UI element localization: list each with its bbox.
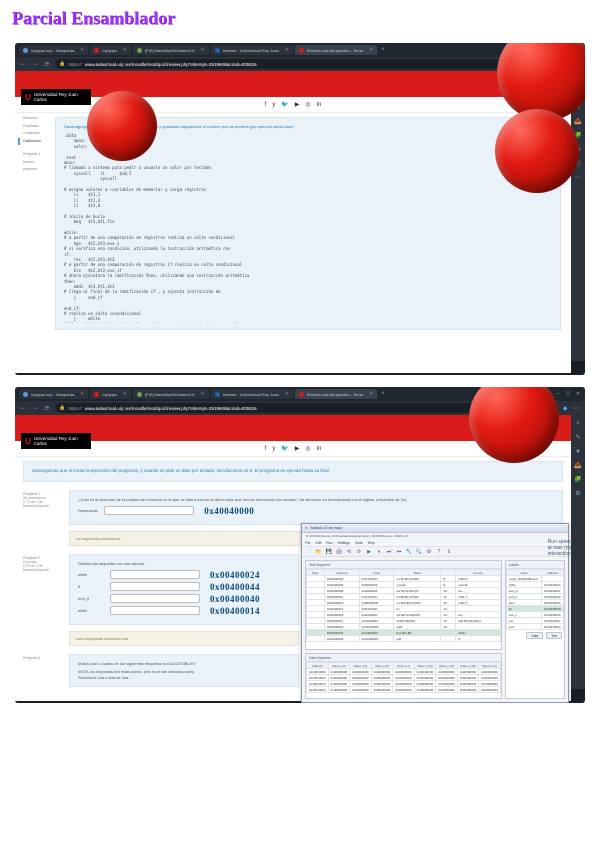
menu-file[interactable]: File — [305, 541, 310, 545]
screenshot-2: myapps urjc - Búsqueda✕ myApps✕ [FIS] Ma… — [15, 387, 585, 703]
text-segment-table[interactable]: BkptAddressCodeBasicSource0x004000000x3c… — [306, 569, 501, 642]
text-segment-panel[interactable]: Text Segment BkptAddressCodeBasicSource0… — [305, 560, 502, 650]
urjc-logo[interactable]: UUniversidad Rey Juan Carlos — [21, 89, 91, 105]
instagram-icon[interactable]: ◎ — [305, 101, 310, 108]
close-icon[interactable]: ✕ — [80, 47, 84, 53]
y-icon[interactable]: y — [272, 102, 275, 108]
text-button[interactable]: Text — [546, 632, 562, 639]
labels-table[interactable]: LabelAddressmips1_90497099.asmwhile0x004… — [506, 569, 564, 630]
tab-5[interactable]: Examen parcial práctico - Tema✕ — [295, 45, 377, 55]
labels-panel[interactable]: Labels LabelAddressmips1_90497099.asmwhi… — [505, 560, 565, 699]
sidebar-dl-icon[interactable]: 📥 — [574, 117, 582, 125]
find-icon[interactable]: 🔍 — [415, 548, 423, 556]
help-icon[interactable]: ? — [435, 548, 443, 556]
reload-button[interactable]: ⟳ — [43, 404, 51, 412]
new-tab-button[interactable]: + — [379, 390, 387, 398]
data-segment-panel[interactable]: Data Segment AddressValue (+0)Value (+4)… — [305, 653, 502, 699]
site-header: UUniversidad Rey Juan Carlos 🔒 — [15, 71, 571, 97]
q2-input-3[interactable] — [110, 594, 200, 603]
edge-sidebar: ⌕ ✎ ★ 📥 🧩 ⚙ — [571, 415, 585, 689]
gear-icon[interactable]: ⚙ — [425, 548, 433, 556]
facebook-icon[interactable]: f — [265, 102, 267, 108]
q2-input-4[interactable] — [110, 606, 200, 615]
windows-taskbar: ☀ 22°CMayorm. nublado ⊞⌕Búsqueda ▣ ●●● ●… — [15, 373, 585, 375]
back-button[interactable]: ← — [19, 60, 27, 68]
run-icon[interactable]: ▶ — [365, 548, 373, 556]
page-title: Parcial Ensamblador — [0, 0, 600, 37]
url-input[interactable]: 🔒 https://www.aulavirtual.urjc.es/moodle… — [55, 59, 533, 69]
sim-titlebar[interactable]: ● Sábado 13 de mayo — [302, 524, 568, 533]
question-label: Pregunta 1 Se muestra en 0.75 de 1.00 Ma… — [23, 490, 63, 508]
wrench-icon[interactable]: 🔧 — [405, 548, 413, 556]
back-step-icon[interactable]: ⏮ — [395, 548, 403, 556]
forward-button[interactable]: → — [31, 60, 39, 68]
pause-icon[interactable]: ⏸ — [375, 548, 383, 556]
urjc-logo[interactable]: UUniversidad Rey Juan Carlos — [21, 433, 91, 449]
feedback: Las respuestas correctas son: — [69, 631, 299, 646]
q1-prompt: ¿Cuál es la dirección de la palabra de m… — [78, 497, 554, 502]
mips-code-block: .data opea: .space 4 valor: .space 4 .te… — [64, 133, 552, 323]
edge-sidebar: ⌕ ✎ ★ 📥 🧩 ⚙ ⓘ ⋯ — [571, 71, 585, 361]
q2-input-2[interactable] — [110, 582, 200, 591]
labels-buttons: Data Text — [506, 630, 564, 641]
menu-run[interactable]: Run — [326, 541, 332, 545]
tab-1[interactable]: myapps urjc - Búsqueda✕ — [19, 45, 88, 55]
lock-icon: 🔒 — [59, 61, 65, 67]
tab-3[interactable]: [FIS] MarsMipsSimulator4.5✕ — [133, 389, 209, 399]
close-icon[interactable]: ✕ — [123, 47, 127, 53]
q3-prompt: Indica cuál o cuáles de los siguientes e… — [78, 661, 290, 666]
tab-4[interactable]: Intranet - Universidad Rey Juan✕ — [211, 45, 293, 55]
tab-4[interactable]: Intranet - Universidad Rey Juan✕ — [211, 389, 293, 399]
menu-edit[interactable]: Edit — [315, 541, 321, 545]
back-button[interactable]: ← — [19, 404, 27, 412]
new-tab-button[interactable]: + — [379, 46, 387, 54]
menu-help[interactable]: Help — [368, 541, 375, 545]
sim-toolbar: 📄 📂 💾 🖨 ⟲ ⟳ ▶ ⏸ ⏭ ⏮ 🔧 🔍 ⚙ ? ℹ Run speed … — [302, 547, 568, 557]
redaction-sphere — [495, 109, 579, 193]
tab-2[interactable]: myApps✕ — [90, 389, 131, 399]
open-icon[interactable]: 📂 — [315, 548, 323, 556]
data-segment-table[interactable]: AddressValue (+0)Value (+4)Value (+8)Val… — [306, 662, 501, 693]
tab-2[interactable]: myApps✕ — [90, 45, 131, 55]
close-icon[interactable]: ✕ — [369, 47, 373, 53]
run-speed-label: Run speed at max (no interaction) — [556, 544, 564, 552]
tab-3[interactable]: [FIS] MarsMipsSimulator4.5✕ — [133, 45, 209, 55]
menu-tools[interactable]: Tools — [355, 541, 363, 545]
q1-answer-input[interactable] — [104, 506, 194, 515]
forward-button[interactable]: → — [31, 404, 39, 412]
twitter-icon[interactable]: 🐦 — [281, 101, 288, 108]
info-icon[interactable]: ℹ — [445, 548, 453, 556]
q2-prompt: Rellena las etiquetas con sus valores: — [78, 561, 290, 566]
reload-button[interactable]: ⟳ — [43, 60, 51, 68]
close-icon[interactable]: ✕ — [285, 47, 289, 53]
handwriting-annotation: 0x40040000 — [204, 506, 254, 516]
new-icon[interactable]: 📄 — [305, 548, 313, 556]
undo-icon[interactable]: ⟲ — [345, 548, 353, 556]
linkedin-icon[interactable]: in — [317, 102, 322, 108]
q2-input-1[interactable] — [110, 570, 200, 579]
screenshot-1: myapps urjc - Búsqueda✕ myApps✕ [FIS] Ma… — [15, 43, 585, 375]
redaction-sphere — [87, 91, 157, 161]
mars-simulator-window[interactable]: ● Sábado 13 de mayo D:\FIS\2023\teoria_2… — [301, 523, 569, 703]
youtube-icon[interactable]: ▶ — [295, 101, 300, 108]
step-icon[interactable]: ⏭ — [385, 548, 393, 556]
close-icon[interactable]: ✕ — [200, 47, 204, 53]
context-hint: Supongamos que el iniciar la ejecución d… — [23, 461, 563, 482]
print-icon[interactable]: 🖨 — [335, 548, 343, 556]
redo-icon[interactable]: ⟳ — [355, 548, 363, 556]
save-icon[interactable]: 💾 — [325, 548, 333, 556]
tab-5[interactable]: Examen parcial práctico - Tema✕ — [295, 389, 377, 399]
question-label: Pregunta 2 Correcta 0.75 de 1.00 Marcar … — [23, 554, 63, 572]
sidebar-more-icon[interactable]: ⋯ — [574, 173, 582, 181]
url-input[interactable]: 🔒https://www.aulavirtual.urjc.es/moodle/… — [55, 403, 533, 413]
question-label: Pregunta 3 — [23, 654, 63, 660]
data-button[interactable]: Data — [526, 632, 543, 639]
tab-1[interactable]: myapps urjc - Búsqueda✕ — [19, 389, 88, 399]
sim-menubar: File Edit Run Settings Tools Help — [302, 539, 568, 547]
quiz-nav-side: Resumen Finalizado compleado Calificació… — [15, 113, 51, 176]
menu-settings[interactable]: Settings — [338, 541, 350, 545]
